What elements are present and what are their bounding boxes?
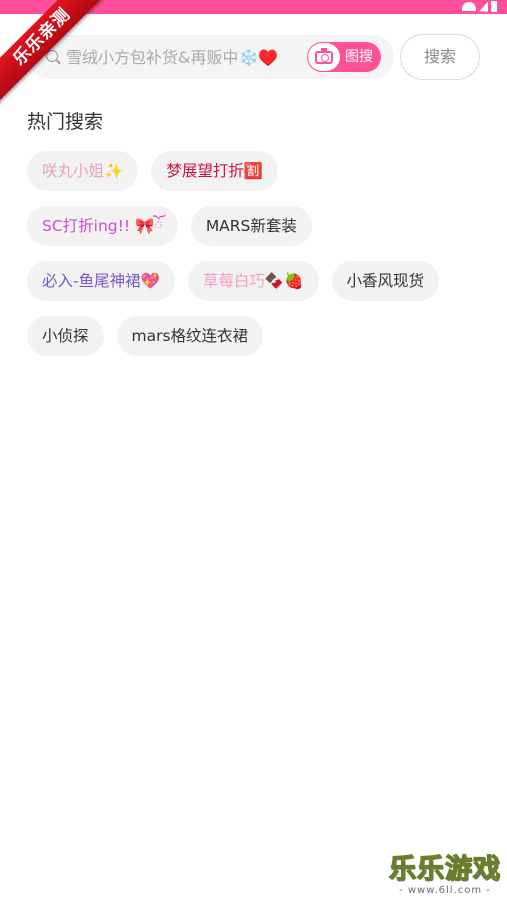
hot-search-tag[interactable]: mars格纹连衣裙 <box>116 316 264 356</box>
hot-search-tags: 咲丸小姐✨ 梦展望打折🈹 SC打折ing!! 🎀ོ MARS新套装 必入-鱼尾神… <box>27 151 487 371</box>
hot-search-tag[interactable]: MARS新套装 <box>190 206 312 246</box>
hot-search-tag[interactable]: 必入-鱼尾神裙💖 <box>27 261 175 301</box>
hot-search-tag[interactable]: 梦展望打折🈹 <box>151 151 279 191</box>
search-button[interactable]: 搜索 <box>400 34 480 80</box>
hot-search-tag[interactable]: SC打折ing!! 🎀ོ <box>27 206 178 246</box>
hot-search-title: 热门搜索 <box>27 111 104 133</box>
tag-row: 必入-鱼尾神裙💖 草莓白巧🍫🍓 小香风现货 <box>27 261 487 301</box>
camera-badge <box>308 43 340 71</box>
corner-ribbon: 乐乐亲测 <box>0 0 110 110</box>
watermark-url: - www.6ll.com - <box>399 885 491 896</box>
camera-icon <box>315 48 333 64</box>
watermark-title: 乐乐游戏 <box>388 854 501 885</box>
tag-row: 咲丸小姐✨ 梦展望打折🈹 <box>27 151 487 191</box>
watermark-logo: 乐乐游戏 - www.6ll.com - <box>385 854 505 897</box>
hot-search-tag[interactable]: 小侦探 <box>27 316 104 356</box>
tag-row: 小侦探 mars格纹连衣裙 <box>27 316 487 356</box>
photo-search-button[interactable]: 图搜 <box>307 42 381 72</box>
battery-icon <box>491 1 497 12</box>
search-screen: 乐乐亲测 图搜 搜索 热门搜索 咲丸小姐✨ 梦展望打折🈹 SC打折ing!! 🎀… <box>0 0 507 901</box>
signal-icon <box>479 1 488 12</box>
corner-badge-text: 乐乐亲测 <box>0 0 110 105</box>
status-icons <box>462 1 497 12</box>
hot-search-tag[interactable]: 咲丸小姐✨ <box>27 151 139 191</box>
photo-search-label: 图搜 <box>345 49 373 65</box>
hot-search-tag[interactable]: 草莓白巧🍫🍓 <box>187 261 319 301</box>
hot-search-tag[interactable]: 小香风现货 <box>331 261 440 301</box>
wifi-icon <box>462 2 476 11</box>
tag-row: SC打折ing!! 🎀ོ MARS新套装 <box>27 206 487 246</box>
